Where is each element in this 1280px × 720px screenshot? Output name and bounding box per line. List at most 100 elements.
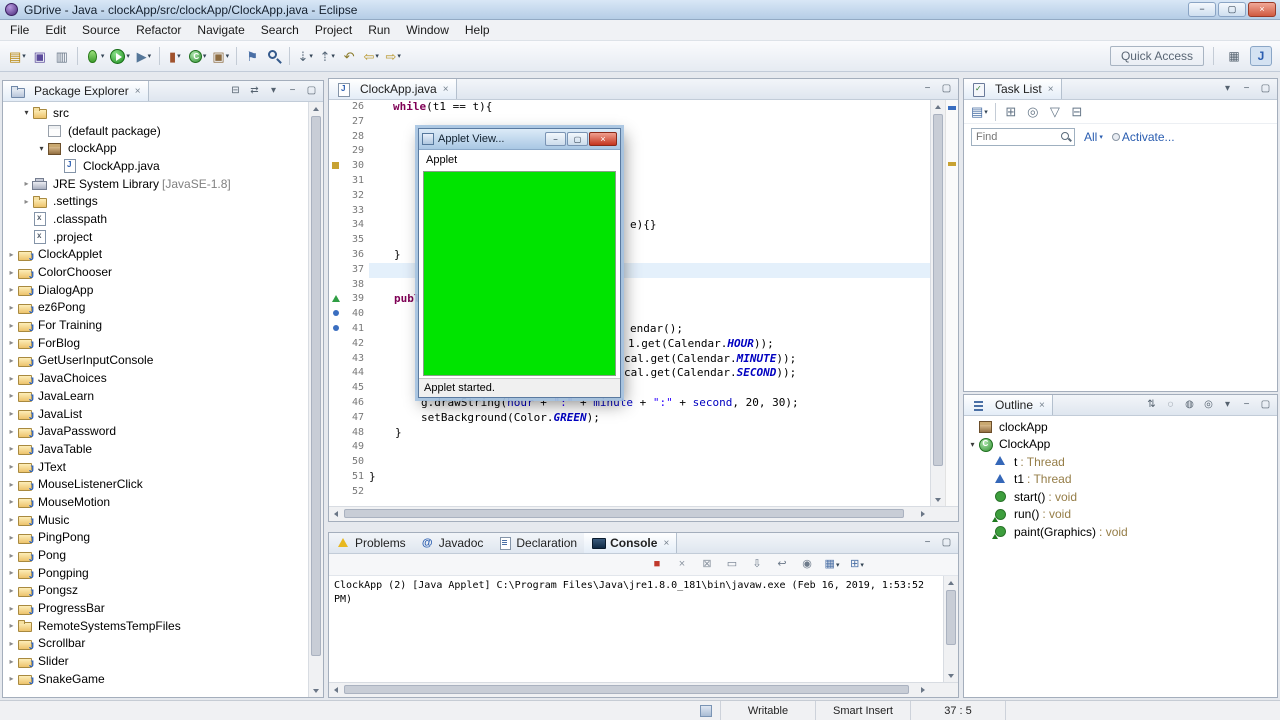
tree-item-ez6pong[interactable]: ▸ ez6Pong	[3, 299, 308, 317]
menu-edit[interactable]: Edit	[37, 21, 74, 39]
line-number[interactable]: 48	[343, 426, 364, 441]
expander-closed-icon[interactable]: ▸	[6, 497, 17, 506]
scrollbar-thumb[interactable]	[344, 685, 909, 694]
hide-fields-icon[interactable]: ◌	[1162, 397, 1179, 413]
maximize-icon[interactable]: ▢	[1257, 81, 1274, 97]
menu-refactor[interactable]: Refactor	[128, 21, 189, 39]
line-number[interactable]: 40	[343, 307, 364, 322]
tab-console[interactable]: Console ×	[584, 533, 678, 553]
maximize-icon[interactable]: ▢	[303, 83, 320, 99]
expander-closed-icon[interactable]: ▸	[6, 533, 17, 542]
sort-icon[interactable]: ⇅	[1143, 397, 1160, 413]
line-number[interactable]: 39	[343, 292, 364, 307]
package-explorer-tab-close-icon[interactable]: ×	[135, 86, 141, 97]
search-icon[interactable]	[264, 45, 284, 67]
expander-open-icon[interactable]: ▾	[36, 144, 47, 153]
package-explorer-scrollbar[interactable]	[308, 102, 323, 697]
task-list-content[interactable]	[964, 150, 1277, 391]
console-vertical-scrollbar[interactable]	[943, 576, 958, 682]
scroll-right-icon[interactable]	[916, 507, 930, 521]
line-number[interactable]: 51	[343, 470, 364, 485]
line-number[interactable]: 46	[343, 396, 364, 411]
save-icon[interactable]: ▣	[30, 45, 50, 67]
coverage-icon[interactable]: ▮ ▾	[165, 45, 185, 67]
find-input[interactable]	[971, 128, 1075, 146]
tree-item-javachoices[interactable]: ▸ JavaChoices	[3, 369, 308, 387]
applet-viewer-window[interactable]: Applet View... − ▢ × Applet Applet start…	[418, 128, 621, 398]
open-task-icon[interactable]: ⚑	[242, 45, 262, 67]
prev-annotation-icon[interactable]: ⇡ ▾	[317, 45, 337, 67]
editor-vertical-scrollbar[interactable]	[930, 100, 945, 506]
scroll-up-icon[interactable]	[931, 100, 945, 113]
expander-closed-icon[interactable]: ▸	[6, 604, 17, 613]
new-task-icon[interactable]: ▤ ▾	[969, 101, 990, 123]
expander-closed-icon[interactable]: ▸	[6, 250, 17, 259]
tree-item-clockapplet[interactable]: ▸ ClockApplet	[3, 246, 308, 264]
line-number[interactable]: 50	[343, 455, 364, 470]
maximize-icon[interactable]: ▢	[938, 535, 955, 551]
applet-close-button[interactable]: ×	[589, 132, 617, 146]
expander-closed-icon[interactable]: ▸	[6, 480, 17, 489]
hide-nonpublic-icon[interactable]: ◎	[1200, 397, 1217, 413]
terminate-icon[interactable]: ■	[647, 554, 667, 576]
tree-item-start[interactable]: start() : void	[964, 488, 1277, 506]
external-tools-icon[interactable]: ▶ ▾	[134, 45, 154, 67]
scrollbar-thumb[interactable]	[946, 590, 956, 645]
tree-item-scrollbar[interactable]: ▸ Scrollbar	[3, 635, 308, 653]
line-number[interactable]: 52	[343, 485, 364, 500]
tree-item-javatable[interactable]: ▸ JavaTable	[3, 440, 308, 458]
tree-item-getuserinputconsole[interactable]: ▸ GetUserInputConsole	[3, 352, 308, 370]
line-number[interactable]: 43	[343, 352, 364, 367]
task-scope-all-link[interactable]: All ▾	[1084, 130, 1103, 144]
annotation-ruler[interactable]	[329, 100, 343, 506]
collapse-all-icon[interactable]: ⊟	[227, 83, 244, 99]
expander-open-icon[interactable]: ▾	[967, 440, 978, 449]
clear-console-icon[interactable]: ▭	[722, 554, 742, 576]
implement-marker[interactable]	[333, 325, 339, 331]
view-menu-icon[interactable]: ▾	[1219, 81, 1236, 97]
tree-item-javapassword[interactable]: ▸ JavaPassword	[3, 422, 308, 440]
line-number[interactable]: 27	[343, 115, 364, 130]
new-wizard-icon[interactable]: ▤ ▾	[7, 45, 28, 67]
expander-closed-icon[interactable]: ▸	[6, 586, 17, 595]
tree-item-dialogapp[interactable]: ▸ DialogApp	[3, 281, 308, 299]
expander-closed-icon[interactable]: ▸	[6, 568, 17, 577]
expander-closed-icon[interactable]: ▸	[6, 356, 17, 365]
line-number[interactable]: 35	[343, 233, 364, 248]
line-number[interactable]: 47	[343, 411, 364, 426]
scroll-lock-icon[interactable]: ⇩	[747, 554, 767, 576]
tree-item-javalearn[interactable]: ▸ JavaLearn	[3, 387, 308, 405]
menu-window[interactable]: Window	[398, 21, 457, 39]
next-annotation-icon[interactable]: ⇣ ▾	[295, 45, 315, 67]
minimize-icon[interactable]: −	[1238, 397, 1255, 413]
tab-outline[interactable]: Outline ×	[964, 395, 1053, 415]
applet-viewer-titlebar[interactable]: Applet View... − ▢ ×	[419, 129, 620, 150]
word-wrap-icon[interactable]: ↩	[772, 554, 792, 576]
display-console-icon[interactable]: ▦ ▾	[822, 554, 842, 576]
focus-icon[interactable]: ◎	[1023, 101, 1043, 123]
forward-icon[interactable]: ⇨ ▾	[383, 45, 403, 67]
tree-item-javalist[interactable]: ▸ JavaList	[3, 405, 308, 423]
task-activate-link[interactable]: Activate...	[1111, 130, 1175, 144]
tree-item-snakegame[interactable]: ▸ SnakeGame	[3, 670, 308, 688]
menu-file[interactable]: File	[2, 21, 37, 39]
tab-task-list[interactable]: Task List ×	[964, 79, 1062, 99]
expander-closed-icon[interactable]: ▸	[6, 303, 17, 312]
line-number[interactable]: 37	[343, 263, 364, 278]
tree-item-clockapp[interactable]: clockApp	[964, 418, 1277, 436]
new-package-icon[interactable]: ▣ ▾	[210, 45, 231, 67]
tree-item-progressbar[interactable]: ▸ ProgressBar	[3, 599, 308, 617]
open-perspective-icon[interactable]: ▦	[1223, 46, 1245, 66]
scroll-down-icon[interactable]	[309, 684, 323, 697]
task-list-tab-close-icon[interactable]: ×	[1048, 84, 1054, 95]
line-number[interactable]: 26	[343, 100, 364, 115]
applet-canvas[interactable]	[423, 171, 616, 376]
tree-item-pong[interactable]: ▸ Pong	[3, 546, 308, 564]
outline-tab-close-icon[interactable]: ×	[1039, 400, 1045, 411]
expander-closed-icon[interactable]: ▸	[6, 268, 17, 277]
editor-tab-close-icon[interactable]: ×	[443, 84, 449, 95]
expander-closed-icon[interactable]: ▸	[6, 285, 17, 294]
line-number[interactable]: 31	[343, 174, 364, 189]
expander-closed-icon[interactable]: ▸	[6, 444, 17, 453]
menu-search[interactable]: Search	[253, 21, 307, 39]
